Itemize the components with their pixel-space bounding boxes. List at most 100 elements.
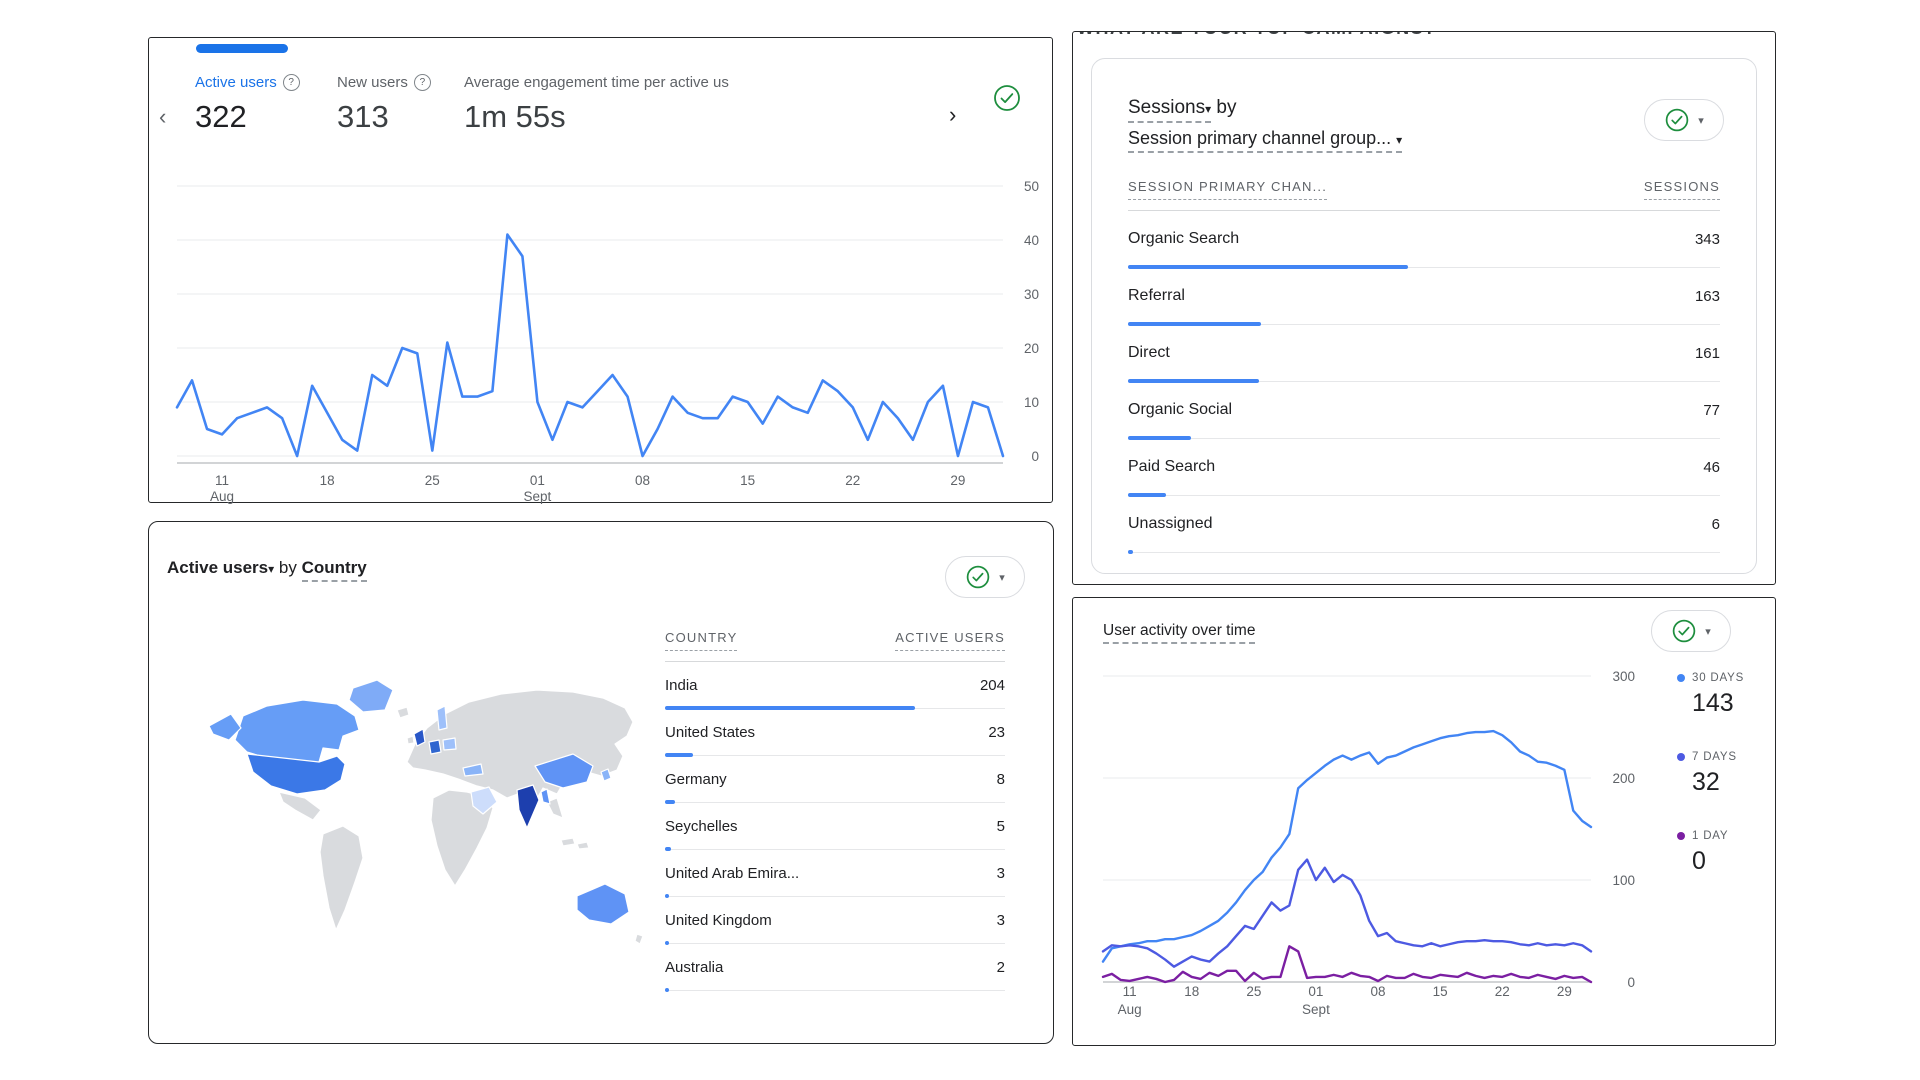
row-label: United Arab Emira... [665,865,799,882]
map-region-mexico [279,792,321,820]
row-label: Germany [665,771,727,788]
svg-text:25: 25 [425,473,440,488]
svg-text:01: 01 [530,473,545,488]
data-quality-check-button[interactable] [991,82,1023,114]
help-icon[interactable]: ? [414,74,431,91]
svg-text:Aug: Aug [1118,1002,1142,1017]
data-quality-dropdown-button[interactable]: ▾ [1644,99,1724,141]
caret-down-icon: ▾ [1396,133,1402,147]
row-label: United Kingdom [665,912,772,929]
country-table: COUNTRY ACTIVE USERS India204United Stat… [665,630,1005,991]
legend-item: 7 DAYS 32 [1677,751,1744,797]
table-row: Referral 163 [1128,268,1720,325]
svg-text:0: 0 [1031,449,1039,464]
legend-dot-icon [1677,753,1685,761]
legend-label: 7 DAYS [1692,751,1737,763]
row-label: India [665,677,698,694]
data-quality-dropdown-button[interactable]: ▾ [945,556,1025,598]
svg-text:22: 22 [1495,984,1510,999]
row-label: Organic Search [1128,230,1239,248]
svg-text:29: 29 [950,473,965,488]
row-label: Paid Search [1128,458,1215,476]
table-row: Australia2 [665,944,1005,991]
svg-text:Sept: Sept [524,489,552,504]
svg-text:11: 11 [215,473,229,488]
caret-down-icon: ▾ [268,562,274,576]
legend-label: 1 DAY [1692,830,1728,842]
svg-text:50: 50 [1024,179,1039,194]
svg-text:100: 100 [1612,873,1635,888]
svg-text:Aug: Aug [210,489,234,504]
row-value: 8 [997,771,1005,788]
legend-value: 0 [1677,847,1744,876]
user-activity-line-chart: 010020030011Aug182501Sept08152229 [1101,662,1649,1027]
svg-text:200: 200 [1612,771,1635,786]
svg-text:01: 01 [1308,984,1323,999]
help-icon[interactable]: ? [283,74,300,91]
row-value: 77 [1703,402,1720,419]
map-region-india [517,785,539,828]
data-quality-dropdown-button[interactable]: ▾ [1651,610,1731,652]
table-row: Organic Search343 [1128,211,1720,268]
tab-avg-engagement-time[interactable]: Average engagement time per active us 1m… [464,74,729,135]
legend-value: 32 [1677,768,1744,797]
tab-active-users[interactable]: Active users? 322 [195,74,300,135]
map-region-south-america [320,826,363,930]
svg-text:300: 300 [1612,669,1635,684]
svg-text:15: 15 [1433,984,1448,999]
column-header-channel[interactable]: SESSION PRIMARY CHAN... [1128,179,1327,200]
legend-item: 30 DAYS143 [1677,672,1744,718]
legend-value: 143 [1677,689,1744,718]
check-circle-icon [965,564,991,590]
card-title-link[interactable]: User activity over time [1103,622,1255,644]
dimension-selector[interactable]: Country [302,558,367,582]
caret-down-icon: ▾ [1205,102,1211,116]
row-value: 163 [1695,288,1720,305]
metric-selector[interactable]: Active users▾ [167,558,274,577]
row-label: Unassigned [1128,515,1213,533]
row-value: 2 [997,959,1005,976]
metric-label: Active users [195,74,277,91]
row-bar [1128,550,1133,554]
dimension-selector[interactable]: Session primary channel group... ▾ [1128,128,1402,153]
svg-text:20: 20 [1024,341,1039,356]
svg-text:11: 11 [1123,984,1137,999]
svg-text:29: 29 [1557,984,1572,999]
svg-text:18: 18 [1184,984,1199,999]
map-region-sweden [437,706,447,730]
active-users-by-country-card: Active users▾ by Country ▾ [148,521,1054,1044]
column-header-active-users[interactable]: ACTIVE USERS [895,630,1005,651]
row-value: 23 [988,724,1005,741]
table-row: United Arab Emira... 3 [665,850,1005,897]
selected-tab-indicator [196,44,288,53]
metric-value: 322 [195,99,300,135]
svg-text:08: 08 [635,473,650,488]
map-region-new-zealand [635,934,643,944]
check-circle-icon [992,83,1022,113]
row-label: Seychelles [665,818,738,835]
next-metrics-chevron-icon[interactable]: › [949,102,956,128]
clipped-section-title: WHAT ARE YOUR TOP CAMPAIGNS? [1077,31,1437,39]
row-value: 3 [997,865,1005,882]
column-header-sessions[interactable]: SESSIONS [1644,179,1720,200]
user-activity-chart-area: 010020030011Aug182501Sept08152229 [1101,662,1649,1027]
card-header: Active users▾ by Country [167,558,367,578]
country-rows: India204United States23Germany8Seychelle… [665,662,1005,991]
map-region-australia [577,884,629,924]
top-campaigns-panel: WHAT ARE YOUR TOP CAMPAIGNS? Sessions▾ b… [1072,31,1776,585]
metric-selector[interactable]: Sessions▾ [1128,97,1211,123]
map-region-germany [429,740,441,754]
table-row: Paid Search46 [1128,439,1720,496]
row-value: 5 [997,818,1005,835]
row-value: 161 [1695,345,1720,362]
caret-down-icon: ▾ [1698,114,1704,127]
legend-dot-icon [1677,832,1685,840]
row-label: Referral [1128,287,1185,305]
table-row: Organic Social77 [1128,382,1720,439]
caret-down-icon: ▾ [999,571,1005,584]
prev-metrics-chevron-icon[interactable]: ‹ [159,104,166,130]
column-header-country[interactable]: COUNTRY [665,630,737,651]
table-row: Unassigned6 [1128,496,1720,553]
tab-new-users[interactable]: New users? 313 [337,74,431,135]
sessions-table: SESSION PRIMARY CHAN... SESSIONS Organic… [1128,179,1720,553]
